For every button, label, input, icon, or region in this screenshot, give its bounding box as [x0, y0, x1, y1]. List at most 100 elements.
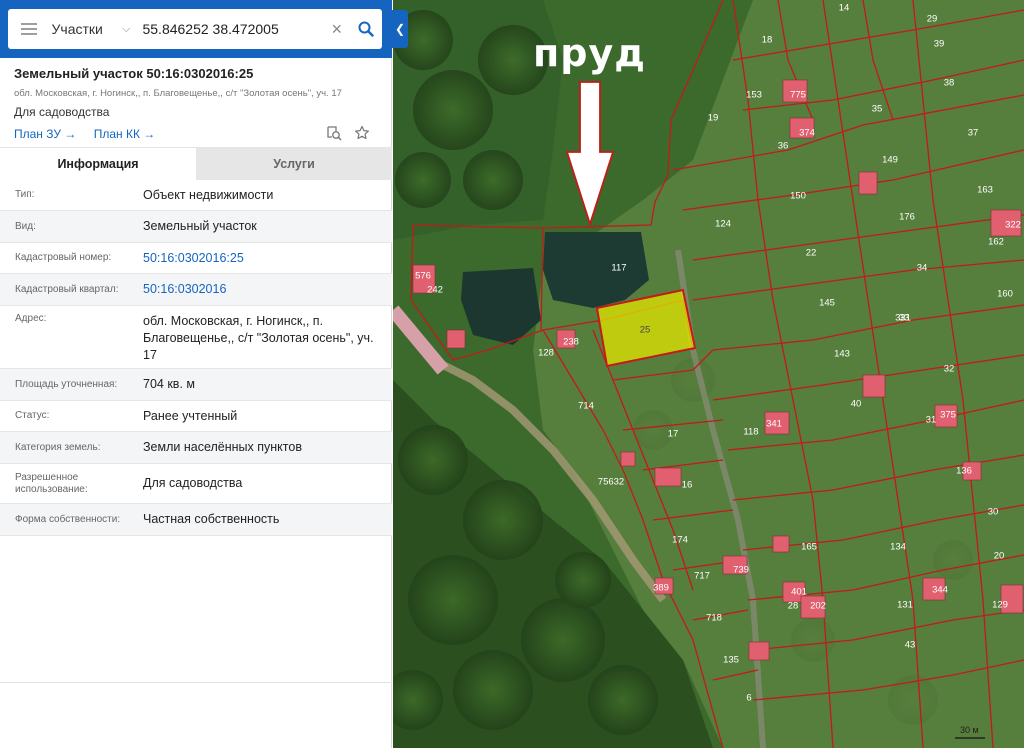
info-value: Частная собственность [143, 512, 280, 526]
info-value: Для садоводства [143, 476, 243, 490]
plot-number-label: 35 [872, 104, 883, 115]
search-icon [358, 21, 374, 37]
plot-number-label: 149 [882, 155, 898, 166]
search-type-select[interactable]: Участки ⌵ [50, 9, 137, 49]
plot-number-label: 775 [790, 90, 806, 101]
plot-number-label: 341 [766, 419, 782, 430]
tab-services[interactable]: Услуги [196, 147, 392, 180]
favorite-star-icon[interactable] [354, 125, 370, 141]
plot-number-label: 29 [927, 14, 938, 25]
info-label: Категория земель: [15, 441, 101, 453]
plot-number-label: 34 [917, 263, 928, 274]
plot-number-label: 375 [940, 410, 956, 421]
plot-number-label: 718 [706, 613, 722, 624]
plot-number-label: 6 [746, 693, 751, 704]
search-type-label: Участки [51, 21, 103, 37]
plot-number-label: 22 [806, 248, 817, 259]
plot-number-label: 202 [810, 601, 826, 612]
search-button[interactable] [350, 9, 382, 49]
plot-number-label: 16 [682, 480, 693, 491]
plot-number-label: 30 [988, 507, 999, 518]
info-panel: Участки ⌵ × Земельный участок 50:16:0302… [0, 0, 392, 748]
plot-number-label: 40 [851, 399, 862, 410]
info-label: Тип: [15, 189, 35, 200]
info-label: Разрешенное использование: [15, 471, 88, 495]
collapse-panel-button[interactable]: ❮ [392, 10, 408, 48]
selected-plot-number: 25 [640, 325, 651, 336]
plot-number-label: 242 [427, 285, 443, 296]
info-row-status: Статус: Ранее учтенный [0, 401, 392, 432]
menu-button[interactable] [8, 9, 50, 49]
info-row-cadastral-number: Кадастровый номер: 50:16:0302016:25 [0, 243, 392, 274]
plan-zu-link[interactable]: План ЗУ → [14, 127, 76, 141]
info-label: Кадастровый номер: [15, 252, 112, 263]
search-box: Участки ⌵ × [8, 9, 382, 49]
parcel-address: обл. Московская, г. Ногинск,, п. Благове… [14, 88, 342, 99]
info-table: Тип: Объект недвижимости Вид: Земельный … [0, 180, 392, 536]
info-value: обл. Московская, г. Ногинск,, п. Благове… [143, 314, 374, 362]
panel-tabs: Информация Услуги [0, 147, 392, 180]
plot-number-label: 19 [708, 113, 719, 124]
plot-number-label: 401 [791, 587, 807, 598]
plot-number-label: 717 [694, 571, 710, 582]
plot-number-label: 37 [968, 128, 979, 139]
plot-number-label: 374 [799, 128, 815, 139]
plot-number-label: 160 [997, 289, 1013, 300]
plot-number-label: 31 [926, 415, 937, 426]
plot-number-label: 163 [977, 185, 993, 196]
arrow-right-icon: → [64, 127, 77, 141]
plot-number-label: 36 [778, 141, 789, 152]
clear-search-button[interactable]: × [323, 9, 349, 49]
info-label: Статус: [15, 410, 50, 421]
cadastral-number-link[interactable]: 50:16:0302016:25 [128, 250, 392, 267]
plot-number-label: 38 [944, 78, 955, 89]
search-input[interactable] [136, 9, 324, 49]
plan-links: План ЗУ → План КК → [14, 125, 378, 143]
plot-number-label: 344 [932, 585, 948, 596]
arrow-right-icon: → [143, 127, 156, 141]
plan-kk-link[interactable]: План КК → [94, 127, 156, 141]
plot-number-label: 238 [563, 337, 579, 348]
plot-number-label: 28 [788, 601, 799, 612]
plot-number-label: 118 [743, 427, 758, 438]
zoom-to-plot-icon[interactable] [326, 125, 342, 141]
plot-number-label: 389 [653, 583, 669, 594]
info-row-ownership: Форма собственности: Частная собственнос… [0, 504, 392, 536]
info-row-land-category: Категория земель: Земли населённых пункт… [0, 432, 392, 464]
info-value: Земли населённых пунктов [143, 440, 302, 454]
plot-number-label: 135 [723, 655, 739, 666]
plot-number-label: 117 [611, 263, 626, 274]
plot-number-label: 714 [578, 401, 594, 412]
cadastral-quarter-link[interactable]: 50:16:0302016 [128, 281, 392, 298]
plot-number-label: 75632 [598, 477, 624, 488]
plot-number-label: 18 [762, 35, 773, 46]
plot-number-label: 331 [895, 313, 911, 324]
plot-number-label: 150 [790, 191, 806, 202]
tab-information[interactable]: Информация [0, 147, 196, 180]
info-row-address: Адрес: обл. Московская, г. Ногинск,, п. … [0, 306, 392, 369]
plot-number-label: 136 [956, 466, 972, 477]
satellite-map[interactable]: 25 пруд 14 29 18 39 153 775 38 19 35 374 36 37 149 15… [393, 0, 1024, 748]
plot-number-label: 145 [819, 298, 835, 309]
plot-number-label: 739 [733, 565, 749, 576]
info-label: Площадь уточненная: [15, 378, 118, 390]
info-row-cadastral-quarter: Кадастровый квартал: 50:16:0302016 [0, 274, 392, 306]
plot-number-label: 124 [715, 219, 731, 230]
plot-number-label: 20 [994, 551, 1005, 562]
info-label: Вид: [15, 220, 36, 232]
info-label: Адрес: [15, 313, 47, 324]
plot-number-label: 32 [944, 364, 955, 375]
plot-number-label: 174 [672, 535, 688, 546]
info-row-permitted-use: Разрешенное использование: Для садоводст… [0, 464, 392, 504]
search-bar: Участки ⌵ × [0, 0, 392, 58]
pond-annotation: пруд [533, 31, 646, 75]
plot-number-label: 128 [538, 348, 554, 359]
info-value: Земельный участок [143, 219, 257, 233]
parcel-header: Земельный участок 50:16:0302016:25 обл. … [0, 58, 392, 143]
panel-divider [0, 682, 392, 683]
plot-number-label: 322 [1005, 220, 1021, 231]
plot-number-label: 165 [801, 542, 817, 553]
info-value: Ранее учтенный [143, 408, 238, 423]
info-row-kind: Вид: Земельный участок [0, 211, 392, 243]
plot-number-label: 134 [890, 542, 906, 553]
